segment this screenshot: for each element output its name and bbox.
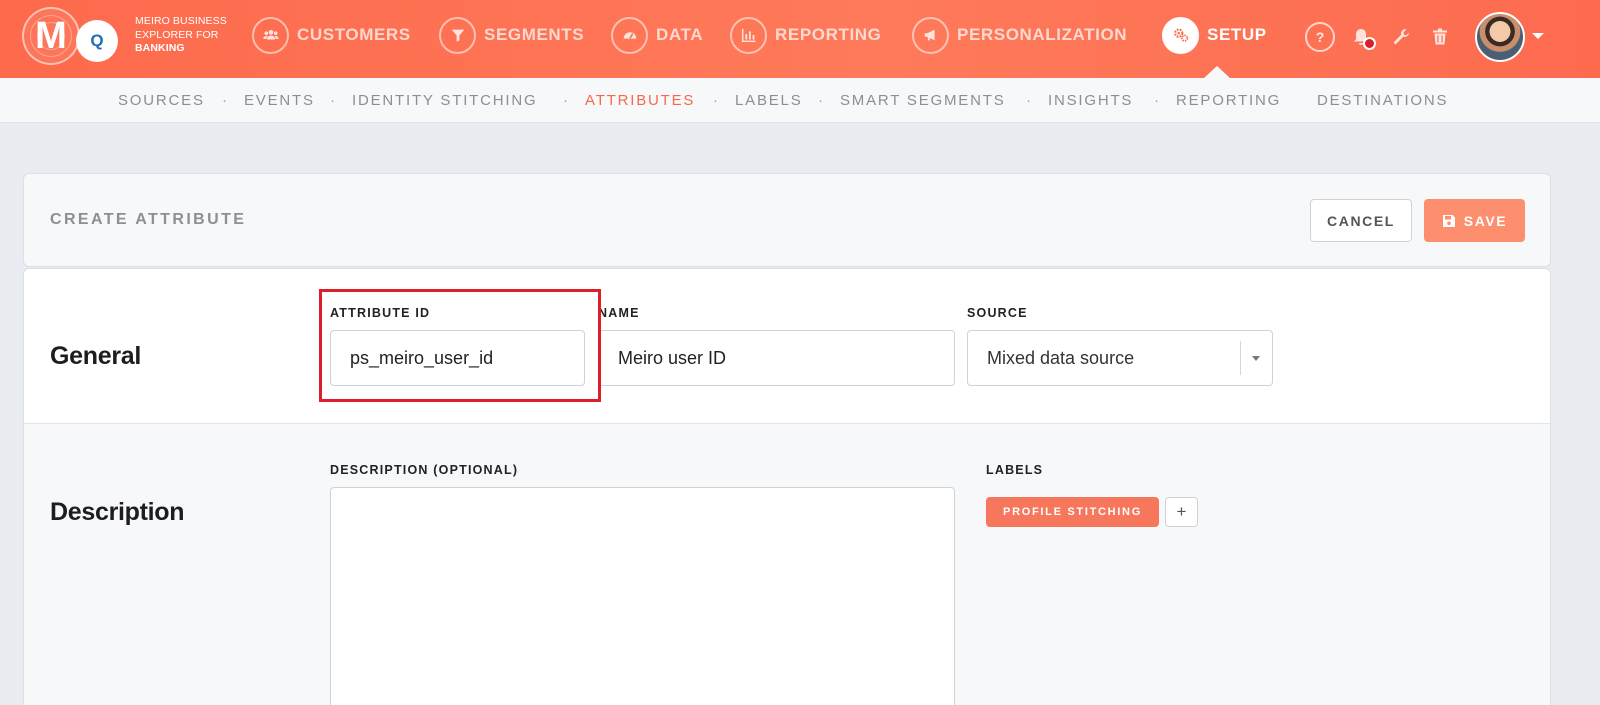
source-selected-value: Mixed data source [987,347,1135,368]
admin-tools-button[interactable] [1384,20,1418,54]
attribute-id-label: ATTRIBUTE ID [330,306,431,320]
subnav-separator: · [1154,92,1159,109]
add-label-button[interactable]: + [1165,497,1198,527]
nav-customers[interactable]: CUSTOMERS [252,15,411,55]
users-icon [252,16,289,54]
trash-button[interactable] [1423,20,1457,54]
meiro-m-logo-icon: M [22,7,80,65]
description-section-title: Description [50,498,185,526]
subnav-separator: · [330,92,335,109]
subnav-labels[interactable]: LABELS [735,92,803,109]
top-navigation-bar: M Q MEIRO BUSINESS EXPLORER FOR BANKING … [0,0,1600,78]
trash-icon [1433,28,1447,45]
bar-chart-icon [730,16,767,54]
select-divider [1240,341,1241,375]
meiro-logo[interactable]: M Q [22,7,122,67]
attribute-form: General ATTRIBUTE ID NAME SOURCE Mixed d… [23,268,1551,705]
subnav-attributes[interactable]: ATTRIBUTES [585,92,695,109]
subnav-separator: · [713,92,718,109]
save-button[interactable]: SAVE [1424,199,1525,242]
nav-reporting[interactable]: REPORTING [730,15,881,55]
gears-icon [1162,16,1199,54]
general-section: General ATTRIBUTE ID NAME SOURCE Mixed d… [24,269,1550,424]
dashboard-gauge-icon [611,16,648,54]
subnav-separator: · [1026,92,1031,109]
megaphone-icon [912,16,949,54]
general-section-title: General [50,342,142,370]
nav-setup[interactable]: SETUP [1162,15,1267,55]
nav-personalization[interactable]: PERSONALIZATION [912,15,1127,55]
subnav-sources[interactable]: SOURCES [118,92,205,109]
subnav-insights[interactable]: INSIGHTS [1048,92,1133,109]
source-select[interactable]: Mixed data source [967,330,1273,386]
subnav-identity-stitching[interactable]: IDENTITY STITCHING [352,92,537,109]
product-name: MEIRO BUSINESS EXPLORER FOR BANKING [135,15,227,54]
filter-icon [439,16,476,54]
dropdown-caret-icon [1252,356,1260,361]
notifications-button[interactable] [1344,20,1378,54]
subnav-reporting[interactable]: REPORTING [1176,92,1281,109]
help-icon: ? [1305,22,1335,52]
page-title: CREATE ATTRIBUTE [50,211,247,228]
subnav-events[interactable]: EVENTS [244,92,315,109]
subnav-separator: · [563,92,568,109]
floppy-disk-icon [1442,214,1455,227]
attribute-id-input[interactable] [330,330,585,386]
wrench-icon [1393,29,1409,45]
description-label: DESCRIPTION (OPTIONAL) [330,463,519,477]
labels-label: LABELS [986,463,1044,477]
nav-data[interactable]: DATA [611,15,703,55]
user-avatar[interactable] [1475,12,1525,62]
source-label: SOURCE [967,306,1028,320]
name-input[interactable] [598,330,955,386]
subnav-separator: · [222,92,227,109]
cancel-button[interactable]: CANCEL [1310,199,1412,242]
name-label: NAME [598,306,640,320]
subnav-destinations[interactable]: DESTINATIONS [1317,92,1448,109]
help-button[interactable]: ? [1303,20,1337,54]
chevron-down-icon[interactable] [1532,33,1544,39]
meiro-q-logo-icon: Q [76,20,118,62]
subnav-smart-segments[interactable]: SMART SEGMENTS [840,92,1006,109]
setup-subnav: SOURCES · EVENTS · IDENTITY STITCHING · … [0,78,1600,123]
description-textarea[interactable] [330,487,955,705]
create-attribute-header: CREATE ATTRIBUTE CANCEL SAVE [23,173,1551,267]
active-nav-indicator [1204,66,1230,78]
nav-segments[interactable]: SEGMENTS [439,15,584,55]
label-tag-profile-stitching[interactable]: PROFILE STITCHING [986,497,1159,527]
subnav-separator: · [818,92,823,109]
notification-badge [1363,37,1376,50]
